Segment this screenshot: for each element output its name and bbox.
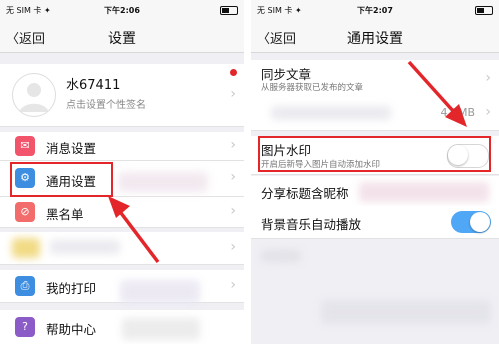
profile-name: 水67411 <box>66 78 121 93</box>
bg-music-autoplay-cell: 背景音乐自动播放 <box>251 206 499 239</box>
status-time: 下午2:07 <box>357 6 393 15</box>
settings-item-label: 我的打印 <box>46 281 97 296</box>
notification-badge <box>230 69 237 76</box>
redacted-block <box>261 250 301 262</box>
message-icon: ✉ <box>15 136 35 156</box>
chevron-right-icon: › <box>230 239 236 255</box>
chevron-right-icon: › <box>485 104 491 120</box>
battery-icon <box>475 6 493 15</box>
blurred-settings-item: › <box>0 232 244 265</box>
settings-item-blacklist[interactable]: ⊘ 黑名单 › <box>0 197 244 228</box>
chevron-right-icon: › <box>485 70 491 86</box>
bg-music-autoplay-toggle[interactable] <box>451 211 491 233</box>
sync-articles-cell[interactable]: 同步文章 从服务器获取已发布的文章 › <box>251 60 499 97</box>
help-icon: ? <box>15 317 35 337</box>
general-settings-screen: 无 SIM 卡 ✦ 下午2:07 〈返回 通用设置 同步文章 从服务器获取已发布… <box>251 0 499 344</box>
status-bar: 无 SIM 卡 ✦ 下午2:06 <box>0 0 244 20</box>
settings-item-messages[interactable]: ✉ 消息设置 › <box>0 132 244 161</box>
bg-music-autoplay-label: 背景音乐自动播放 <box>261 217 362 232</box>
settings-item-label: 消息设置 <box>46 141 97 156</box>
sync-articles-subtitle: 从服务器获取已发布的文章 <box>261 83 364 93</box>
status-bar: 无 SIM 卡 ✦ 下午2:07 <box>251 0 499 20</box>
redacted-block <box>359 182 489 202</box>
settings-screen: 无 SIM 卡 ✦ 下午2:06 〈返回 设置 水67411 点击设置个性签名 … <box>0 0 244 344</box>
cache-size-cell[interactable]: 4.6MB › <box>251 96 499 131</box>
redacted-block <box>50 240 120 254</box>
avatar-placeholder-icon <box>19 83 49 112</box>
avatar <box>12 73 56 117</box>
redacted-block <box>120 280 200 304</box>
nav-bar: 〈返回 设置 <box>0 20 244 53</box>
chevron-right-icon: › <box>230 137 236 153</box>
chevron-right-icon: › <box>230 169 236 185</box>
page-title: 通用设置 <box>347 31 403 47</box>
highlight-box <box>258 136 491 172</box>
profile-cell[interactable]: 水67411 点击设置个性签名 › <box>0 64 244 127</box>
share-title-nickname-cell: 分享标题含昵称 <box>251 176 499 207</box>
chevron-right-icon: › <box>230 277 236 293</box>
battery-icon <box>220 6 238 15</box>
blocked-icon: ⊘ <box>15 202 35 222</box>
page-title: 设置 <box>108 31 136 47</box>
redacted-block <box>118 172 208 192</box>
printer-icon: ⎙ <box>15 276 35 296</box>
profile-signature: 点击设置个性签名 <box>66 100 146 111</box>
cache-size-value: 4.6MB <box>440 106 475 119</box>
redacted-block <box>321 300 491 324</box>
settings-item-label: 帮助中心 <box>46 322 97 337</box>
share-title-nickname-label: 分享标题含昵称 <box>261 186 349 201</box>
redacted-block <box>122 318 200 340</box>
status-time: 下午2:06 <box>104 6 140 15</box>
chevron-right-icon: › <box>230 203 236 219</box>
settings-item-label: 黑名单 <box>46 207 84 222</box>
redacted-block <box>271 106 391 120</box>
nav-bar: 〈返回 通用设置 <box>251 20 499 53</box>
highlight-box <box>10 162 113 197</box>
redacted-block <box>12 238 40 258</box>
chevron-right-icon: › <box>230 86 236 102</box>
